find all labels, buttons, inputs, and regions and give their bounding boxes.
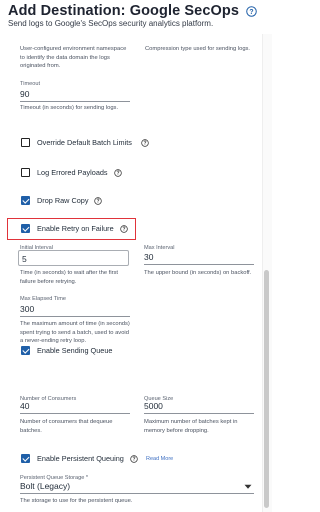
timeout-label: Timeout [20, 81, 40, 87]
svg-text:?: ? [249, 8, 253, 15]
page-subtitle: Send logs to Google's SecOps security an… [8, 19, 214, 28]
chevron-down-icon [244, 484, 252, 489]
max-elapsed-value: 300 [20, 304, 35, 314]
num-consumers-input[interactable]: 40 [20, 401, 130, 414]
initial-interval-value: 5 [22, 254, 27, 264]
num-consumers-value: 40 [20, 401, 30, 411]
help-icon[interactable]: ? [141, 139, 149, 147]
namespace-help: User-configured environment namespace to… [20, 46, 127, 70]
override-batch-label: Override Default Batch Limits [37, 138, 132, 147]
help-icon[interactable]: ? [130, 455, 138, 463]
persistent-storage-value: Bolt (Legacy) [20, 481, 71, 491]
override-batch-checkbox[interactable] [21, 138, 30, 147]
timeout-help: Timeout (in seconds) for sending logs. [20, 105, 119, 111]
svg-text:?: ? [116, 171, 119, 177]
help-icon[interactable]: ? [94, 197, 102, 205]
page-title: Add Destination: Google SecOps [8, 3, 239, 19]
persistent-storage-help: The storage to use for the persistent qu… [20, 498, 133, 504]
persistent-queuing-checkbox[interactable] [21, 454, 30, 463]
title-row: Add Destination: Google SecOps ? [8, 3, 257, 19]
drop-raw-checkbox[interactable] [21, 196, 30, 205]
help-icon[interactable]: ? [120, 225, 128, 233]
scrollbar-thumb[interactable] [264, 270, 269, 508]
queue-size-help: Maximum number of batches kept in memory… [144, 419, 238, 434]
log-errored-label: Log Errored Payloads [37, 168, 108, 177]
svg-text:?: ? [96, 199, 99, 205]
max-interval-label: Max Interval [144, 245, 175, 251]
timeout-value: 90 [20, 89, 30, 99]
enable-retry-label: Enable Retry on Failure [37, 224, 114, 233]
queue-size-value: 5000 [144, 401, 163, 411]
max-interval-help: The upper bound (in seconds) on backoff. [144, 270, 252, 276]
compression-help: Compression type used for sending logs. [145, 46, 251, 52]
help-icon[interactable]: ? [114, 169, 122, 177]
svg-text:?: ? [122, 227, 125, 233]
queue-size-input[interactable]: 5000 [144, 401, 254, 414]
max-interval-input[interactable]: 30 [144, 252, 254, 265]
max-elapsed-help: The maximum amount of time (in seconds) … [20, 321, 130, 345]
dialog-header: Add Destination: Google SecOps ? Send lo… [0, 0, 272, 34]
persistent-storage-select[interactable]: Bolt (Legacy) [20, 480, 254, 494]
log-errored-checkbox[interactable] [21, 168, 30, 177]
enable-sending-queue-checkbox[interactable] [21, 346, 30, 355]
form-scroll-area[interactable]: User-configured environment namespace to… [0, 34, 262, 512]
persistent-queuing-label: Enable Persistent Queuing [37, 454, 124, 463]
max-elapsed-label: Max Elapsed Time [20, 296, 67, 302]
read-more-link[interactable]: Read More [146, 456, 173, 462]
initial-interval-input[interactable]: 5 [18, 250, 129, 266]
timeout-input[interactable]: 90 [20, 89, 130, 102]
max-elapsed-input[interactable]: 300 [20, 304, 130, 317]
svg-text:?: ? [143, 141, 146, 147]
max-interval-value: 30 [144, 252, 154, 262]
help-icon[interactable]: ? [246, 5, 257, 17]
num-consumers-help: Number of consumers that dequeue batches… [20, 419, 113, 434]
initial-interval-help: Time (in seconds) to wait after the firs… [20, 270, 119, 285]
drop-raw-label: Drop Raw Copy [37, 196, 89, 205]
enable-retry-checkbox[interactable] [21, 224, 30, 233]
enable-sending-queue-label: Enable Sending Queue [37, 346, 113, 355]
svg-text:?: ? [132, 457, 135, 463]
